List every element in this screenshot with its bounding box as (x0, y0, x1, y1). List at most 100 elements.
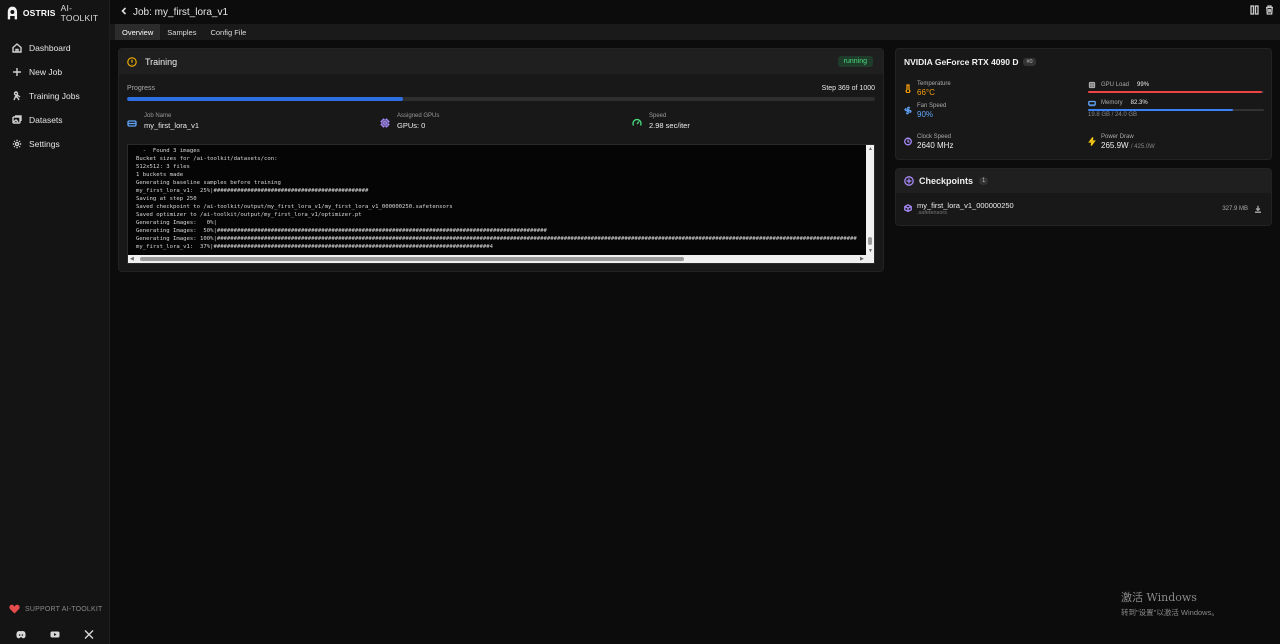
cube-icon (904, 204, 912, 212)
drive-icon (127, 120, 137, 127)
person-icon (13, 91, 21, 101)
brand[interactable]: OSTRIS AI-TOOLKIT (7, 3, 109, 23)
fan-icon (904, 106, 912, 115)
page-title: Job: my_first_lora_v1 (133, 6, 229, 18)
training-log[interactable]: - Found 3 images Bucket sizes for /ai-too… (127, 144, 875, 264)
checkpoints-count-badge: 1 (979, 177, 989, 185)
memory-bar (1088, 109, 1264, 111)
sidebar-item-label: Settings (29, 139, 60, 149)
gpu-load-value: 99% (1137, 82, 1150, 88)
header-actions (1250, 5, 1274, 15)
brand-name-rest: AI-TOOLKIT (60, 3, 99, 23)
assigned-gpus-info: Assigned GPUs GPUs: 0 (380, 113, 439, 130)
download-icon[interactable] (1254, 205, 1262, 213)
speed-value: 2.98 sec/iter (649, 121, 690, 130)
memory-detail: 19.8 GB / 24.0 GB (1088, 112, 1138, 118)
scroll-right-arrow-icon[interactable]: ▶ (860, 256, 864, 262)
log-line: Generating baseline samples before train… (136, 180, 281, 186)
gpu-card-header: NVIDIA GeForce RTX 4090 D #0 (896, 49, 1271, 75)
scroll-down-arrow-icon[interactable]: ▼ (868, 248, 873, 254)
log-line: 1 buckets made (136, 172, 184, 178)
log-line: Generating Images: 50%|#################… (136, 228, 547, 234)
tab-config-file[interactable]: Config File (203, 24, 253, 40)
chevron-left-icon (121, 7, 127, 15)
power-draw-value: 265.9W (1101, 141, 1129, 150)
plus-icon (13, 68, 21, 76)
sidebar-item-label: New Job (29, 67, 63, 77)
gauge-icon (632, 118, 642, 126)
sidebar-item-label: Training Jobs (29, 91, 80, 101)
log-horizontal-scroll-thumb[interactable] (140, 257, 684, 261)
log-lines: - Found 3 images Bucket sizes for /ai-too… (136, 147, 857, 251)
thermometer-icon (905, 84, 911, 93)
progress-step-text: Step 369 of 1000 (821, 85, 875, 92)
tab-bar: Overview Samples Config File (110, 24, 1280, 40)
checkpoints-header: Checkpoints 1 (896, 169, 1271, 193)
gpu-card: NVIDIA GeForce RTX 4090 D #0 Temperature… (895, 48, 1272, 160)
memory-value: 82.3% (1130, 100, 1148, 106)
lightning-icon (1088, 137, 1096, 146)
gpu-load-bar (1088, 91, 1264, 93)
gear-icon (12, 139, 22, 149)
fan-speed-stat: Fan Speed 90% (904, 103, 946, 119)
scroll-left-arrow-icon[interactable]: ◀ (130, 256, 134, 262)
clock-speed-stat: Clock Speed 2640 MHz (904, 134, 953, 150)
log-line: Generating Images: 0%| (136, 220, 217, 226)
windows-activation-watermark: 激活 Windows 转到"设置"以激活 Windows。 (1121, 589, 1219, 618)
gpu-load-bar-fill (1088, 91, 1263, 93)
sidebar: OSTRIS AI-TOOLKIT Dashboard New Job Trai… (0, 0, 110, 644)
tab-samples[interactable]: Samples (160, 24, 203, 40)
status-badge: running (837, 56, 873, 67)
log-line: my_first_lora_v1: 25%|##################… (136, 188, 369, 194)
discord-icon (16, 630, 26, 638)
watermark-line2: 转到"设置"以激活 Windows。 (1121, 608, 1219, 617)
discord-link[interactable] (14, 628, 28, 640)
sidebar-item-new-job[interactable]: New Job (0, 60, 110, 84)
memory-bar-fill (1088, 109, 1233, 111)
log-vertical-scrollbar[interactable]: ▲ ▼ (866, 145, 874, 257)
temperature-stat: Temperature 66°C (904, 81, 951, 97)
memory-icon (1088, 100, 1096, 107)
scroll-up-arrow-icon[interactable]: ▲ (868, 146, 873, 152)
log-line: 512x512: 3 files (136, 164, 190, 170)
checkpoint-item[interactable]: my_first_lora_v1_000000250 .safetensors … (904, 201, 1264, 219)
progress-label: Progress (127, 85, 156, 92)
youtube-link[interactable] (48, 628, 62, 640)
gpu-name: NVIDIA GeForce RTX 4090 D (904, 57, 1019, 67)
page-header: Job: my_first_lora_v1 (110, 0, 1280, 24)
checkpoint-name: my_first_lora_v1_000000250 (917, 201, 1014, 210)
x-link[interactable] (82, 628, 96, 640)
pause-icon[interactable] (1250, 5, 1259, 15)
log-vertical-scroll-thumb[interactable] (868, 237, 872, 245)
social-links (0, 628, 110, 640)
progress-bar (127, 97, 875, 101)
support-label: SUPPORT AI-TOOLKIT (25, 605, 103, 613)
log-line: Saved checkpoint to /ai-toolkit/output/m… (136, 204, 453, 210)
chip-icon (1088, 81, 1096, 89)
sidebar-item-dashboard[interactable]: Dashboard (0, 36, 110, 60)
speed-label: Speed (649, 113, 667, 119)
images-icon (12, 115, 22, 124)
memory-stat: Memory 82.3% (1088, 99, 1148, 107)
assigned-gpus-value: GPUs: 0 (397, 121, 426, 130)
tab-overview[interactable]: Overview (115, 24, 161, 40)
assigned-gpus-label: Assigned GPUs (397, 113, 440, 119)
sidebar-item-datasets[interactable]: Datasets (0, 108, 110, 132)
back-button[interactable] (120, 7, 130, 17)
ostris-logo-icon (7, 6, 18, 20)
log-horizontal-scrollbar[interactable]: ◀ ▶ (128, 255, 874, 263)
log-line: my_first_lora_v1: 37%|##################… (136, 244, 493, 250)
job-name-label: Job Name (144, 113, 172, 119)
checkpoints-title: Checkpoints (919, 176, 974, 186)
speed-info: Speed 2.98 sec/iter (632, 113, 690, 130)
app-window: OSTRIS AI-TOOLKIT Dashboard New Job Trai… (0, 0, 1280, 644)
trash-icon[interactable] (1265, 5, 1274, 15)
sidebar-item-training-jobs[interactable]: Training Jobs (0, 84, 110, 108)
support-link[interactable]: SUPPORT AI-TOOLKIT (9, 604, 103, 614)
brand-name-bold: OSTRIS (22, 8, 56, 18)
sidebar-item-settings[interactable]: Settings (0, 132, 110, 156)
checkpoint-size: 327.9 MB (1222, 206, 1248, 212)
sidebar-item-label: Datasets (29, 115, 63, 125)
clock-icon (904, 137, 912, 146)
cpu-icon (380, 118, 390, 128)
